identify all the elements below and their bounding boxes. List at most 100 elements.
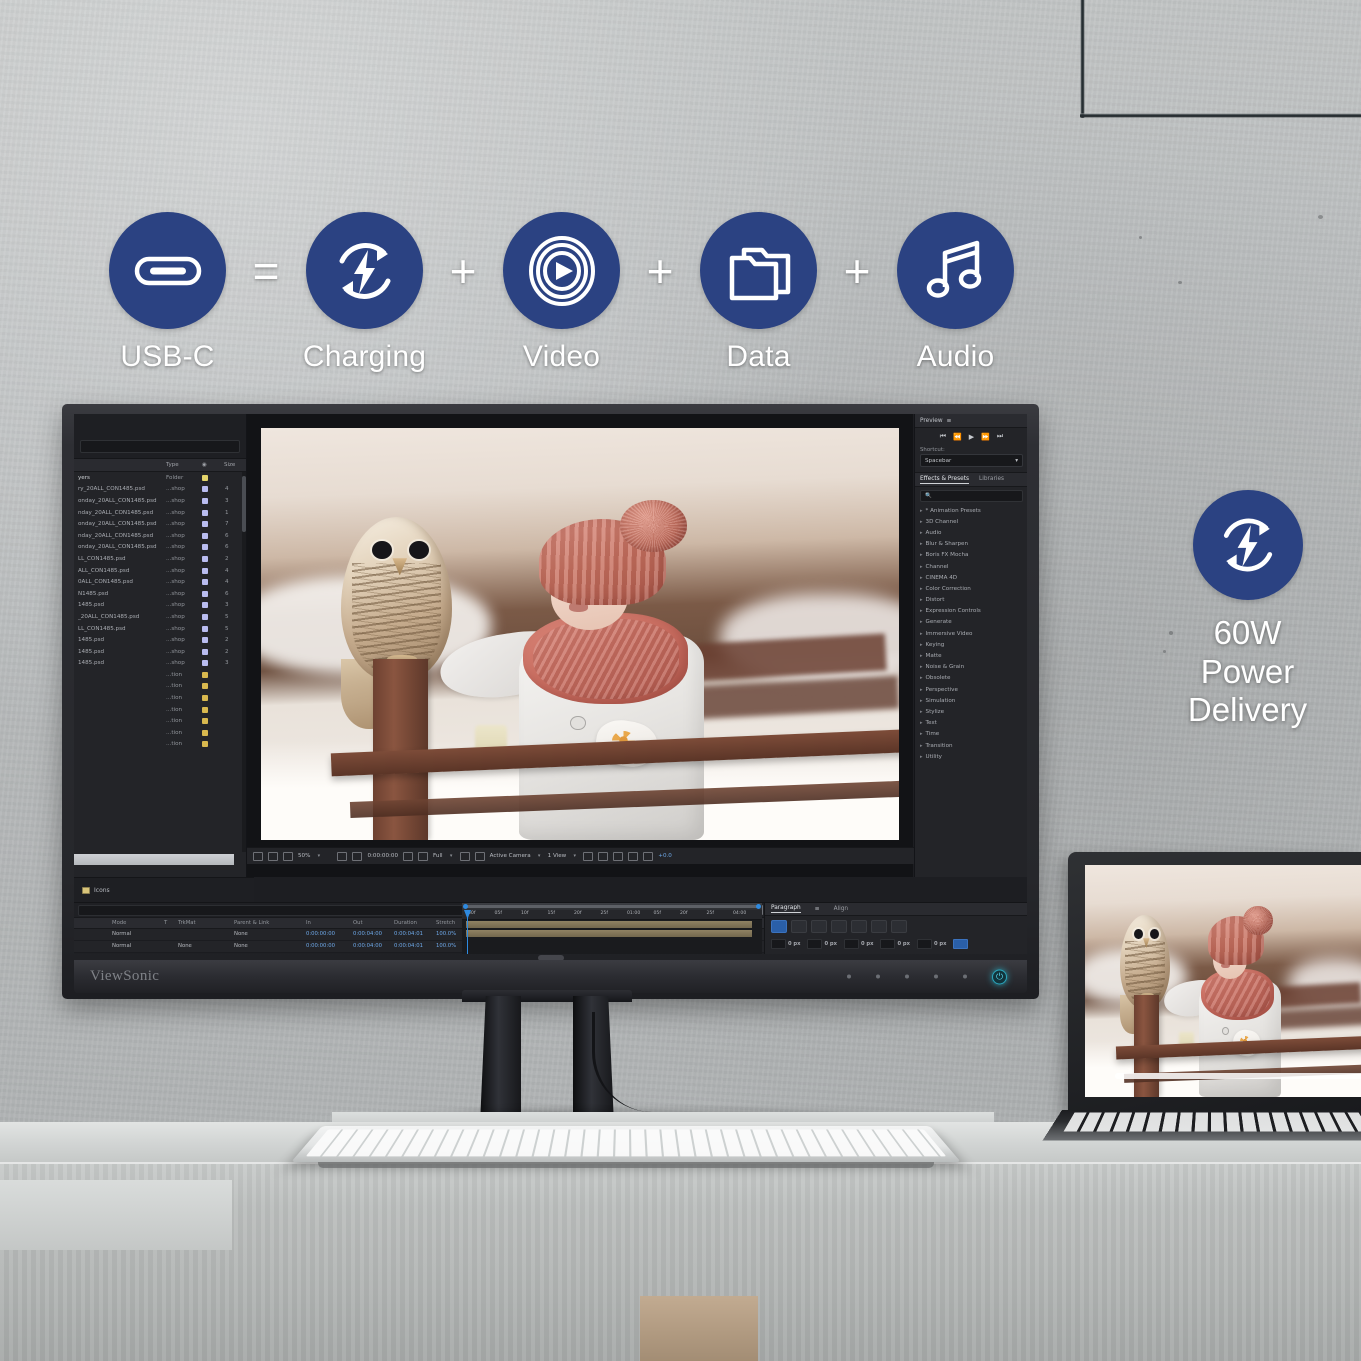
project-row[interactable]: 1485.psd ...shop 2 [74,634,246,646]
project-row[interactable]: ...tion [74,692,246,704]
effects-category-item[interactable]: ▸ Color Correction [915,583,1027,594]
effects-category-item[interactable]: ▸ Noise & Grain [915,662,1027,673]
effects-category-item[interactable]: ▸ Matte [915,650,1027,661]
keyboard-keys[interactable] [305,1129,947,1157]
chevron-right-icon[interactable]: ▸ [920,530,923,536]
power-icon[interactable]: ⏻ [992,969,1007,984]
project-row-label-swatch[interactable] [202,521,208,528]
layer-mode[interactable]: Normal [112,931,131,937]
project-row-label-swatch[interactable] [202,625,208,632]
chevron-right-icon[interactable]: ▸ [920,743,923,749]
project-row-label-swatch[interactable] [202,695,208,702]
timeline-nav-bar[interactable] [462,903,762,910]
effects-category-item[interactable]: ▸ Time [915,729,1027,740]
project-row[interactable]: 1485.psd ...shop 3 [74,658,246,670]
chevron-right-icon[interactable]: ▸ [920,631,923,637]
effects-category-item[interactable]: ▸ Text [915,718,1027,729]
laptop-playback-progress-bar[interactable] [1115,1073,1361,1079]
chevron-right-icon[interactable]: ▸ [920,698,923,704]
chevron-right-icon[interactable]: ▸ [920,642,923,648]
project-row-label-swatch[interactable] [202,567,208,574]
project-row[interactable]: N1485.psd ...shop 6 [74,588,246,600]
paragraph-panel-tabs[interactable]: Paragraph ≡ Align [765,903,1027,916]
layer-out[interactable]: 0:00:04:00 [353,931,382,937]
mask-icon[interactable] [283,851,293,861]
project-row[interactable]: ...tion [74,669,246,681]
effects-category-item[interactable]: ▸ 3D Channel [915,516,1027,527]
effects-category-item[interactable]: ▸ CINEMA 4D [915,572,1027,583]
effects-category-item[interactable]: ▸ Obsolete [915,673,1027,684]
effects-category-item[interactable]: ▸ Channel [915,561,1027,572]
osd-button-1[interactable] [847,974,851,979]
resolution-value[interactable]: Full [433,853,443,859]
layer-out[interactable]: 0:00:04:00 [353,943,382,949]
views-value[interactable]: 1 View [548,853,567,859]
effects-search-input[interactable]: 🔍 [920,490,1023,502]
camera-value[interactable]: Active Camera [490,853,531,859]
tab-effects-and-presets[interactable]: Effects & Presets [920,476,970,484]
effects-category-item[interactable]: ▸ Distort [915,595,1027,606]
effects-category-item[interactable]: ▸ Expression Controls [915,606,1027,617]
effects-category-item[interactable]: ▸ Simulation [915,695,1027,706]
paragraph-align-buttons[interactable] [765,916,1027,937]
gear-icon[interactable] [643,851,654,861]
play-button[interactable]: ▶ [969,433,974,441]
project-row[interactable]: yers Folder [74,472,246,484]
first-frame-button[interactable]: ⏮ [940,432,946,441]
project-scrollbar[interactable] [242,472,246,852]
zoom-value[interactable]: 50% [298,853,310,859]
timecode-value[interactable]: 0:00:00:00 [367,853,398,859]
project-row[interactable]: ...tion [74,681,246,693]
effects-category-item[interactable]: ▸ * Animation Presets [915,505,1027,516]
chevron-right-icon[interactable]: ▸ [920,597,923,603]
transparency-grid-icon[interactable] [459,851,470,861]
effects-category-item[interactable]: ▸ Immersive Video [915,628,1027,639]
laptop-keyboard[interactable] [1063,1112,1361,1132]
effects-category-item[interactable]: ▸ Generate [915,617,1027,628]
timeline-layer-bar[interactable] [466,921,752,928]
project-row[interactable]: onday_20ALL_CON1485.psd ...shop 7 [74,518,246,530]
space-after-field[interactable]: 0 px [916,939,946,949]
chevron-right-icon[interactable]: ▸ [920,754,923,760]
chevron-right-icon[interactable]: ▸ [920,575,923,581]
chevron-right-icon[interactable]: ▸ [920,687,923,693]
project-row[interactable]: onday_20ALL_CON1485.psd ...shop 3 [74,495,246,507]
layer-in[interactable]: 0:00:00:00 [306,943,335,949]
effects-category-item[interactable]: ▸ Transition [915,740,1027,751]
snapshot-icon[interactable] [403,851,414,861]
panel-menu-icon[interactable]: ≡ [947,418,952,424]
chevron-down-icon[interactable]: ▾ [536,853,543,859]
guides-icon[interactable] [474,851,485,861]
chevron-right-icon[interactable]: ▸ [920,541,923,547]
show-snapshot-icon[interactable] [418,851,429,861]
indent-right-field[interactable]: 0 px [807,939,837,949]
chevron-right-icon[interactable]: ▸ [920,619,923,625]
project-row-label-swatch[interactable] [202,544,208,551]
project-row[interactable]: LL_CON1485.psd ...shop 5 [74,623,246,635]
project-row-label-swatch[interactable] [202,579,208,586]
project-row[interactable]: _20ALL_CON1485.psd ...shop 5 [74,611,246,623]
space-before-field[interactable]: 0 px [843,939,873,949]
chevron-right-icon[interactable]: ▸ [920,608,923,614]
align-center-button[interactable] [791,920,807,933]
layer-mode[interactable]: Normal [112,943,131,949]
project-row[interactable]: LL_CON1485.psd ...shop 2 [74,553,246,565]
layer-trkmat[interactable]: None [178,943,192,949]
viewer-canvas[interactable] [261,428,899,840]
chevron-right-icon[interactable]: ▸ [920,731,923,737]
project-row-label-swatch[interactable] [202,706,208,713]
project-row-label-swatch[interactable] [202,486,208,493]
indent-first-field[interactable]: 0 px [880,939,910,949]
effects-category-item[interactable]: ▸ Perspective [915,684,1027,695]
project-search-input[interactable] [80,440,240,453]
osd-button-5[interactable] [963,974,967,979]
exposure-value[interactable]: +0.0 [658,853,672,859]
paragraph-numeric-fields[interactable]: 0 px 0 px 0 px 0 px 0 px [765,937,1027,951]
project-row[interactable]: ...tion [74,704,246,716]
layer-duration[interactable]: 0:00:04:01 [394,931,423,937]
project-row-label-swatch[interactable] [202,602,208,609]
chevron-right-icon[interactable]: ▸ [920,720,923,726]
effects-category-item[interactable]: ▸ Boris FX Mocha [915,550,1027,561]
project-row[interactable]: onday_20ALL_CON1485.psd ...shop 6 [74,542,246,554]
project-row-label-swatch[interactable] [202,474,208,481]
